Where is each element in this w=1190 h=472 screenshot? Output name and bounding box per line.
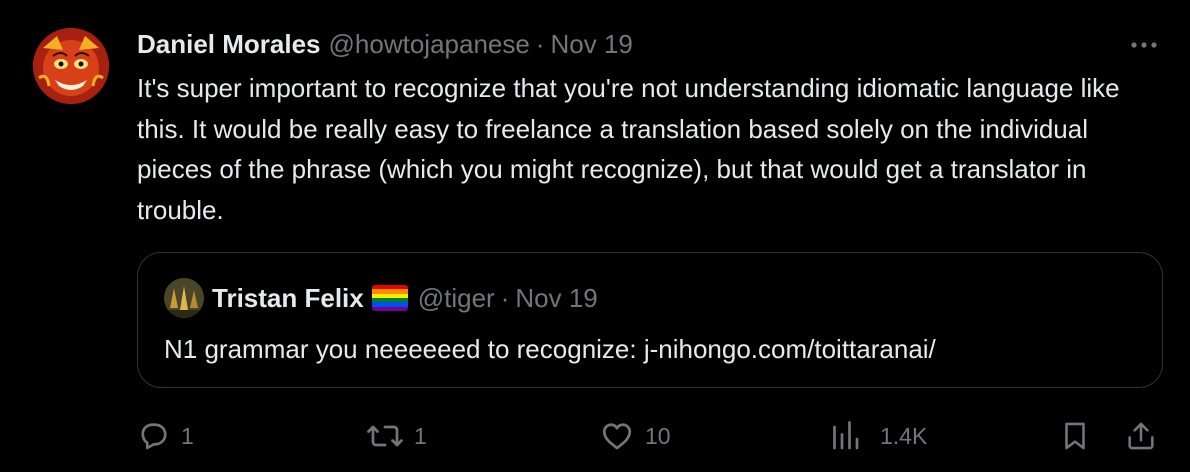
quoted-author-avatar: [164, 278, 204, 318]
views-chart-icon: [833, 421, 859, 450]
quoted-author-handle: @tiger: [417, 282, 495, 313]
reply-bubble-icon: [141, 423, 167, 450]
reply-count: 1: [181, 422, 194, 449]
author-name[interactable]: Daniel Morales: [137, 29, 321, 60]
tweet-text: It's super important to recognize that y…: [137, 73, 1120, 225]
like-button[interactable]: 10: [598, 416, 671, 456]
bookmark-icon: [1065, 422, 1085, 450]
rainbow-flag-icon: [371, 285, 408, 311]
header-separator: ·: [535, 28, 545, 59]
more-button[interactable]: [1124, 30, 1164, 60]
quoted-tweet[interactable]: Tristan Felix @tiger · Nov 19 N1 grammar…: [137, 252, 1163, 388]
retweet-icon: [367, 425, 403, 447]
share-icon: [1128, 422, 1154, 450]
bookmark-button[interactable]: [1058, 416, 1092, 456]
tweet-header: Daniel Morales @howtojapanese · Nov 19: [137, 26, 633, 62]
quoted-header-separator: ·: [500, 282, 510, 313]
tweet-date[interactable]: Nov 19: [551, 29, 633, 60]
quoted-tweet-date: Nov 19: [515, 282, 598, 313]
author-avatar[interactable]: [33, 28, 109, 104]
action-bar: 1 1 10 1.4K: [0, 410, 1190, 462]
more-dots-icon: [1131, 42, 1157, 48]
author-handle[interactable]: @howtojapanese: [329, 29, 530, 60]
quoted-avatar-image: [164, 278, 204, 318]
share-button[interactable]: [1124, 416, 1158, 456]
heart-icon: [602, 423, 632, 450]
like-count: 10: [645, 422, 671, 449]
quoted-tweet-header: Tristan Felix @tiger · Nov 19: [164, 277, 598, 319]
views-count: 1.4K: [880, 422, 928, 449]
quoted-author-name: Tristan Felix: [212, 282, 364, 313]
avatar-image: [33, 28, 109, 104]
reply-button[interactable]: 1: [136, 416, 194, 456]
retweet-button[interactable]: 1: [365, 416, 427, 456]
views-button[interactable]: 1.4K: [830, 416, 927, 456]
quoted-tweet-text: N1 grammar you neeeeeed to recognize: j-…: [164, 334, 936, 364]
retweet-count: 1: [414, 422, 427, 449]
